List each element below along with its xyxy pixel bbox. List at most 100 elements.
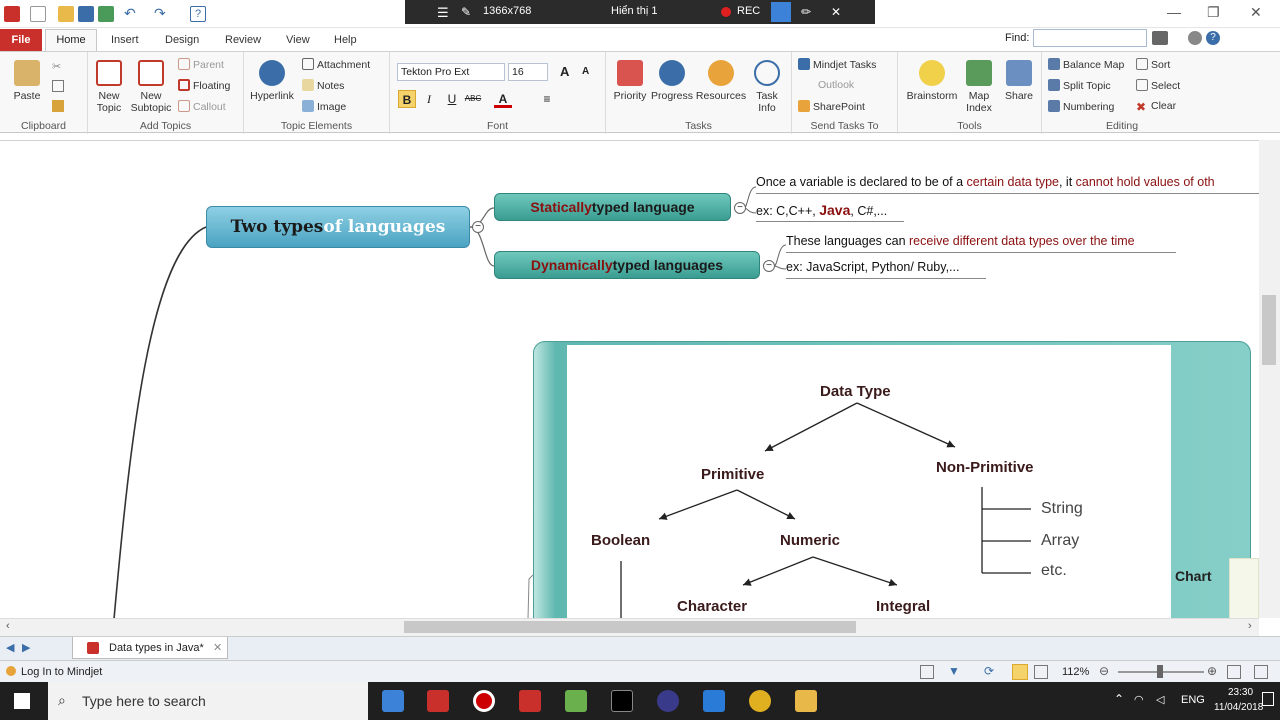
camera-icon[interactable] xyxy=(771,2,791,22)
resources-button[interactable]: Resources xyxy=(694,60,748,102)
map-canvas[interactable]: Two types of languages − Statically type… xyxy=(0,140,1280,618)
login-link[interactable]: Log In to Mindjet xyxy=(21,666,102,678)
data-type-diagram-image[interactable]: Data Type Primitive Non-Primitive Boolea… xyxy=(567,345,1171,618)
zoom-in-icon[interactable]: ⊕ xyxy=(1207,664,1217,678)
hyperlink-button[interactable]: Hyperlink xyxy=(248,60,296,102)
taskbar-record-icon[interactable] xyxy=(473,690,495,712)
find-input[interactable] xyxy=(1033,29,1147,47)
tab-view[interactable]: View xyxy=(286,34,310,46)
new-file-icon[interactable] xyxy=(30,6,46,22)
taskbar-search[interactable]: ⌕ Type here to search xyxy=(48,682,368,720)
grow-font-icon[interactable]: A xyxy=(560,64,569,79)
fit-map-icon[interactable] xyxy=(1012,664,1028,680)
page-icon[interactable] xyxy=(1034,665,1048,679)
progress-button[interactable]: Progress xyxy=(650,60,694,102)
minimize-icon[interactable]: — xyxy=(1167,4,1181,20)
save-icon[interactable] xyxy=(78,6,94,22)
view-icon[interactable] xyxy=(920,665,934,679)
task-info-button[interactable]: Task Info xyxy=(748,60,786,114)
paste-button[interactable]: Paste xyxy=(8,60,46,102)
balance-map-button[interactable]: Balance Map xyxy=(1048,58,1124,71)
vertical-scrollbar[interactable] xyxy=(1259,140,1280,618)
volume-icon[interactable]: ◁ xyxy=(1156,693,1164,706)
new-subtopic-button[interactable]: New Subtopic xyxy=(128,60,174,114)
rec-button[interactable]: REC xyxy=(737,5,760,17)
taskbar-eclipse-icon[interactable] xyxy=(657,690,679,712)
notes-button[interactable]: Notes xyxy=(302,79,344,92)
italic-button[interactable]: I xyxy=(420,90,438,108)
taskbar-app-icon[interactable] xyxy=(382,690,404,712)
bold-button[interactable]: B xyxy=(398,90,416,108)
format-painter-icon[interactable] xyxy=(52,100,64,112)
filter-icon[interactable]: ▼ xyxy=(948,664,960,678)
notification-icon[interactable] xyxy=(1262,692,1274,706)
priority-button[interactable]: Priority xyxy=(610,60,650,102)
dynamic-note-definition[interactable]: These languages can receive different da… xyxy=(786,234,1135,248)
maximize-icon[interactable]: ❐ xyxy=(1207,4,1220,21)
vertical-scroll-thumb[interactable] xyxy=(1262,295,1276,365)
shrink-font-icon[interactable]: A xyxy=(582,66,589,77)
dynamic-topic[interactable]: Dynamically typed languages xyxy=(494,251,760,279)
refresh-icon[interactable]: ⟳ xyxy=(984,664,994,678)
font-name-select[interactable]: Tekton Pro Ext xyxy=(397,63,505,81)
taskbar-pdf-icon[interactable] xyxy=(427,690,449,712)
clear-button[interactable]: ✖ Clear xyxy=(1136,100,1176,113)
taskbar-vscode-icon[interactable] xyxy=(703,690,725,712)
file-tab[interactable]: File xyxy=(0,29,42,51)
wifi-icon[interactable]: ◠ xyxy=(1134,693,1144,706)
prev-doc-icon[interactable]: ◀ xyxy=(6,641,14,654)
help-icon[interactable]: ? xyxy=(190,6,206,22)
taskbar-colors-icon[interactable] xyxy=(565,690,587,712)
tray-up-icon[interactable]: ⌃ xyxy=(1114,692,1124,706)
font-color-icon[interactable]: A xyxy=(494,90,512,108)
windows-start-icon[interactable] xyxy=(14,693,30,709)
collapse-icon[interactable]: − xyxy=(472,221,484,233)
mindjet-tasks-button[interactable]: Mindjet Tasks xyxy=(798,58,876,71)
floating-button[interactable]: Floating xyxy=(178,79,230,92)
copy-icon[interactable] xyxy=(52,80,64,92)
collapse-icon[interactable]: − xyxy=(734,202,746,214)
horizontal-scroll-thumb[interactable] xyxy=(404,621,856,633)
callout-button[interactable]: Callout xyxy=(178,100,226,113)
taskbar-mindjet-icon[interactable] xyxy=(519,690,541,712)
close-doc-icon[interactable]: ✕ xyxy=(213,641,222,654)
static-note-examples[interactable]: ex: C,C++, Java, C#,... xyxy=(756,202,887,218)
zoom-slider-thumb[interactable] xyxy=(1157,665,1163,678)
pin-icon[interactable]: ✎ xyxy=(461,5,471,19)
taskbar-chrome-icon[interactable] xyxy=(749,690,771,712)
pen-icon[interactable]: ✏ xyxy=(801,5,811,19)
share-button[interactable]: Share xyxy=(1000,60,1038,102)
outlook-button[interactable]: Outlook xyxy=(818,79,854,91)
panel-icon[interactable] xyxy=(1254,665,1268,679)
clock-time[interactable]: 23:30 xyxy=(1228,687,1253,698)
tab-design[interactable]: Design xyxy=(165,34,199,46)
numbering-button[interactable]: Numbering xyxy=(1048,100,1114,113)
cut-icon[interactable]: ✂ xyxy=(52,60,64,73)
strikethrough-button[interactable]: ABC xyxy=(464,90,482,108)
attachment-button[interactable]: Attachment xyxy=(302,58,370,71)
central-topic[interactable]: Two types of languages xyxy=(206,206,470,248)
tab-help[interactable]: Help xyxy=(334,34,357,46)
new-topic-button[interactable]: New Topic xyxy=(90,60,128,114)
close-recorder-icon[interactable]: ✕ xyxy=(831,5,841,19)
tab-home[interactable]: Home xyxy=(45,29,97,51)
static-topic[interactable]: Statically typed language xyxy=(494,193,731,221)
save-all-icon[interactable] xyxy=(98,6,114,22)
collapse-icon[interactable]: − xyxy=(763,260,775,272)
dynamic-note-examples[interactable]: ex: JavaScript, Python/ Ruby,... xyxy=(786,260,959,274)
select-button[interactable]: Select xyxy=(1136,79,1180,92)
fit-page-icon[interactable] xyxy=(1227,665,1241,679)
sort-button[interactable]: Sort xyxy=(1136,58,1170,71)
tab-insert[interactable]: Insert xyxy=(111,34,139,46)
menu-icon[interactable]: ☰ xyxy=(437,5,449,21)
align-icon[interactable]: ≡ xyxy=(538,90,556,108)
help-circle-icon[interactable]: ? xyxy=(1206,31,1220,45)
clock-date[interactable]: 11/04/2018 xyxy=(1214,702,1263,713)
scroll-left-icon[interactable]: ‹ xyxy=(6,620,10,632)
parent-button[interactable]: Parent xyxy=(178,58,224,71)
map-index-button[interactable]: Map Index xyxy=(958,60,1000,114)
next-doc-icon[interactable]: ▶ xyxy=(22,641,30,654)
static-note-definition[interactable]: Once a variable is declared to be of a c… xyxy=(756,175,1215,189)
font-size-select[interactable]: 16 xyxy=(508,63,548,81)
redo-icon[interactable]: ↷ xyxy=(154,6,170,22)
